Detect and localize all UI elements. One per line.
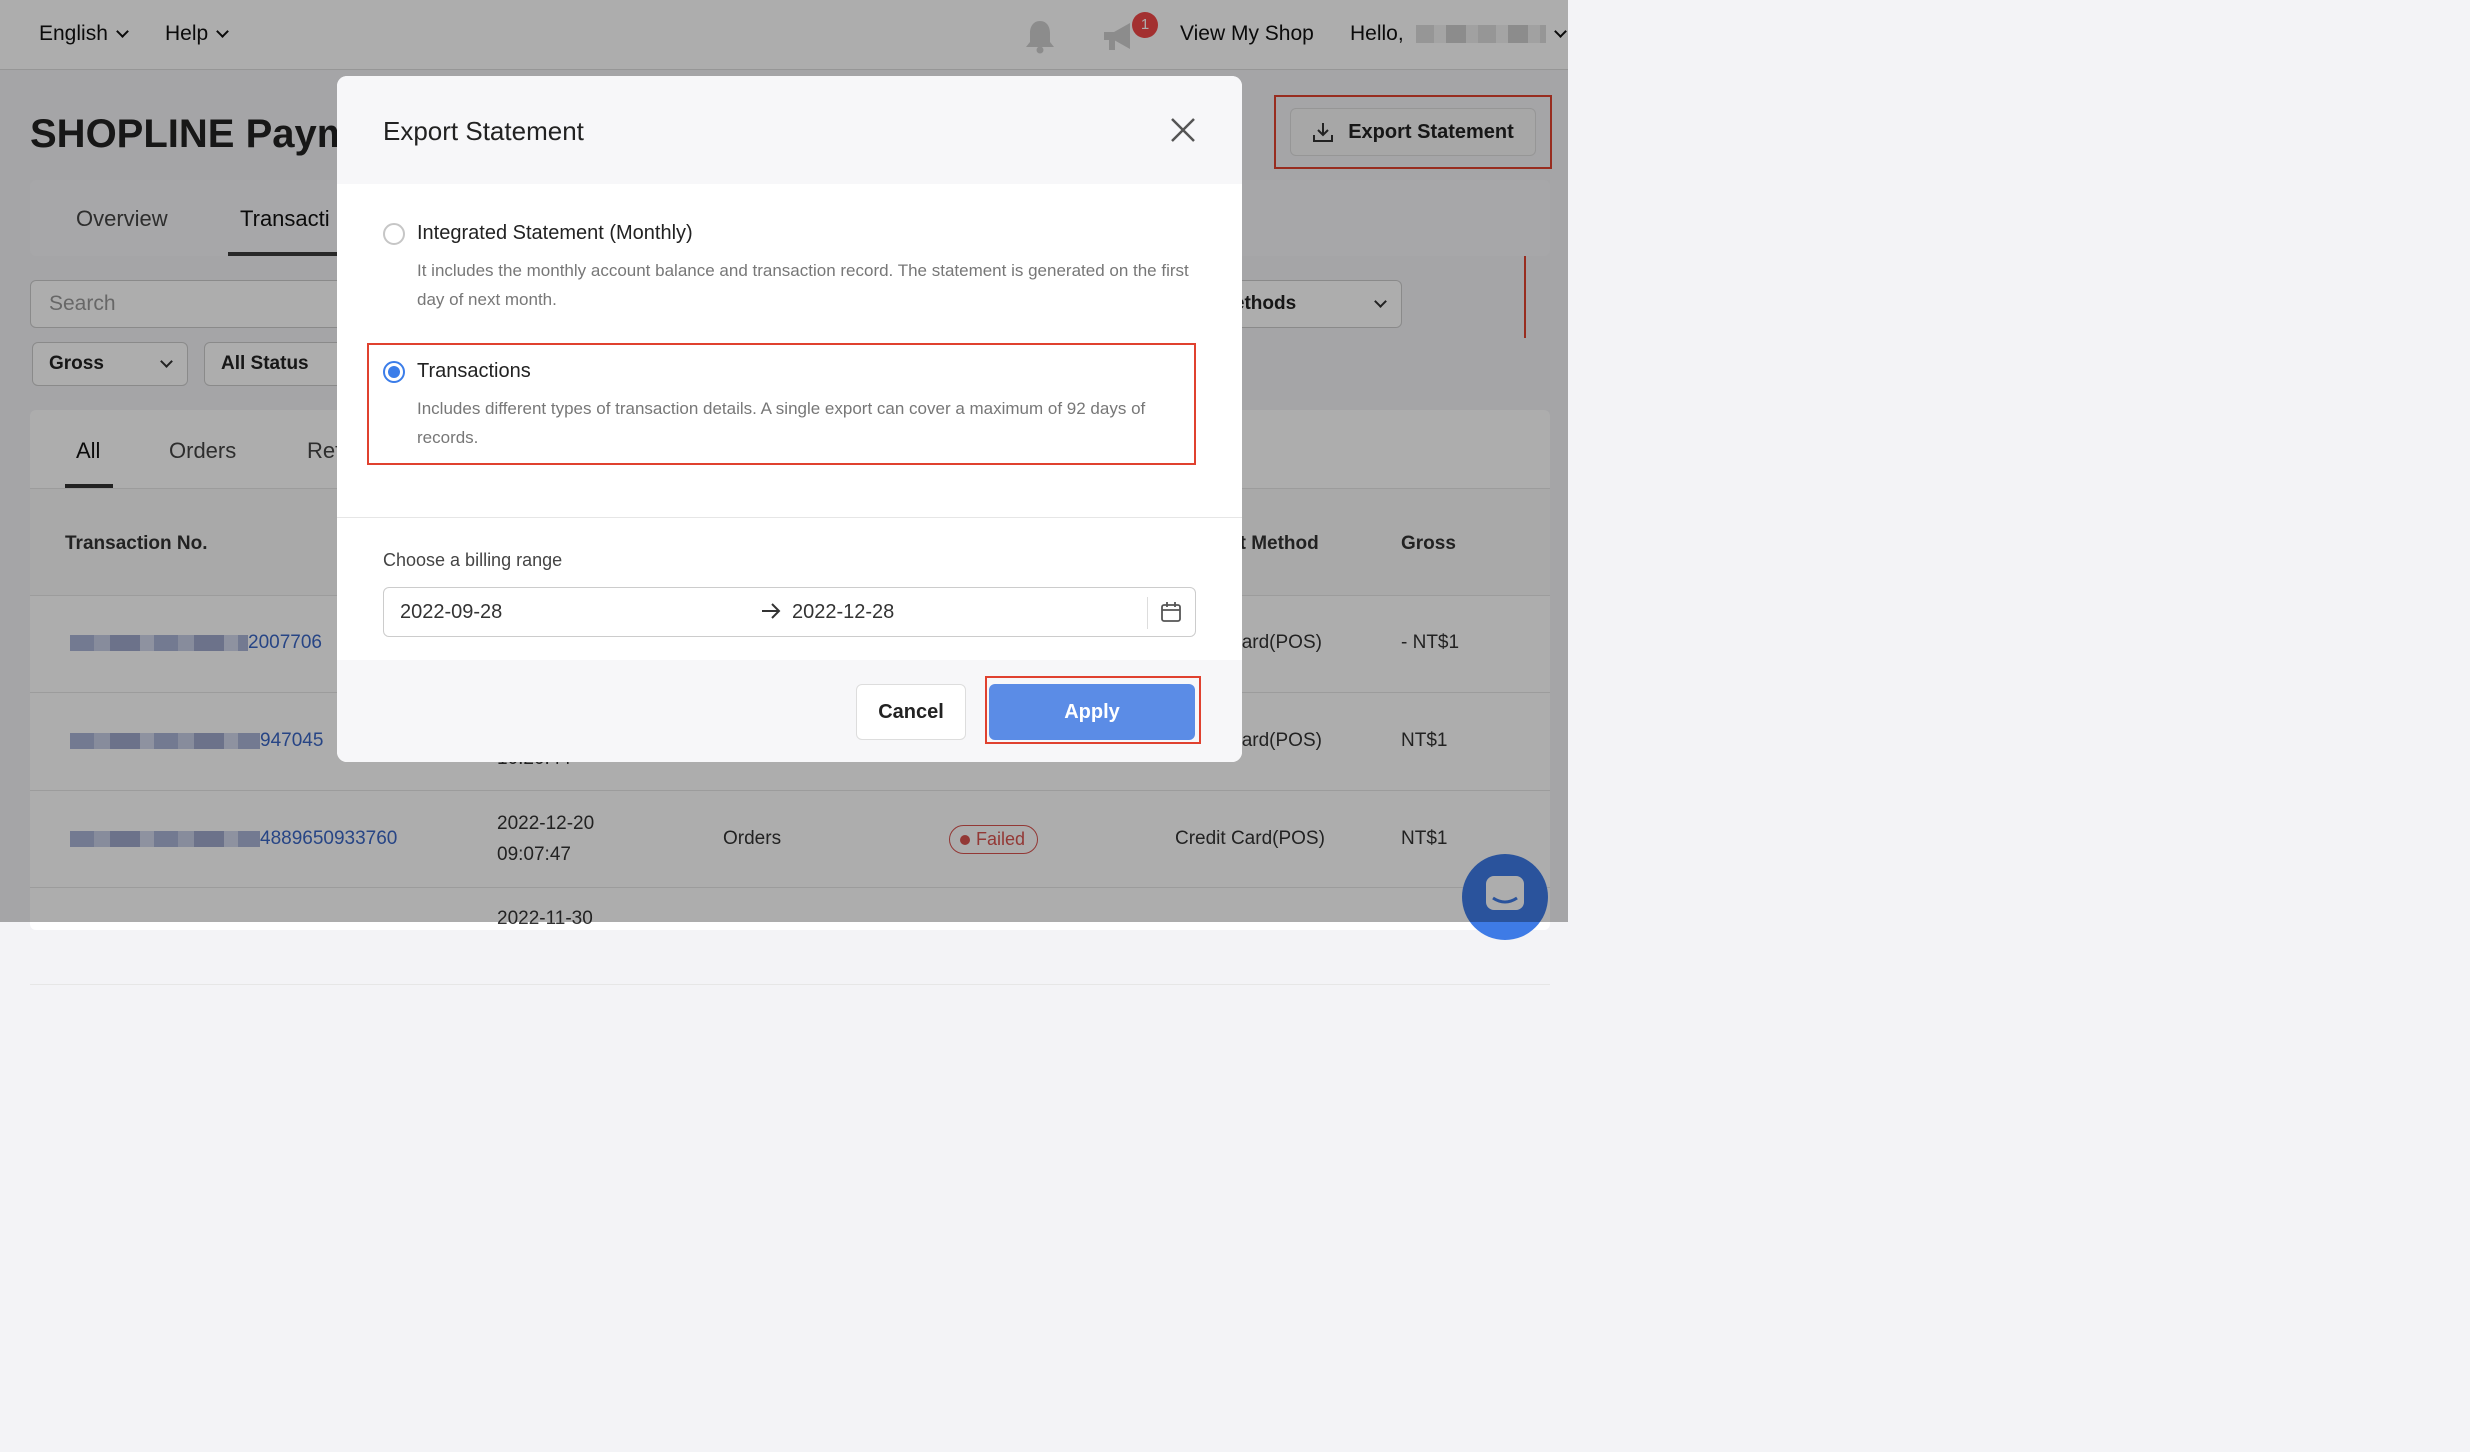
modal-title: Export Statement	[383, 116, 584, 146]
range-end-date[interactable]: 2022-12-28	[792, 601, 894, 624]
modal-footer: Cancel Apply	[337, 660, 1242, 762]
calendar-icon[interactable]	[1160, 601, 1182, 623]
cancel-button[interactable]: Cancel	[856, 684, 966, 740]
radio-button-checked[interactable]	[383, 360, 405, 383]
divider	[1147, 597, 1148, 629]
arrow-right-icon	[762, 603, 781, 619]
option-transactions[interactable]: Transactions	[383, 360, 531, 383]
apply-button[interactable]: Apply	[989, 684, 1195, 740]
close-icon[interactable]	[1169, 116, 1197, 144]
divider	[337, 517, 1242, 518]
radio-button[interactable]	[383, 222, 405, 245]
option-label: Integrated Statement (Monthly)	[417, 222, 693, 244]
modal-header: Export Statement	[337, 76, 1242, 184]
option-integrated-statement[interactable]: Integrated Statement (Monthly)	[383, 222, 693, 245]
billing-range-picker[interactable]: 2022-09-28 2022-12-28	[383, 587, 1196, 637]
export-statement-modal: Export Statement Integrated Statement (M…	[337, 76, 1242, 762]
option-label: Transactions	[417, 360, 531, 382]
option-description: It includes the monthly account balance …	[417, 261, 1189, 309]
range-start-date[interactable]: 2022-09-28	[400, 601, 502, 624]
billing-range-label: Choose a billing range	[383, 550, 563, 570]
option-description: Includes different types of transaction …	[417, 399, 1146, 447]
